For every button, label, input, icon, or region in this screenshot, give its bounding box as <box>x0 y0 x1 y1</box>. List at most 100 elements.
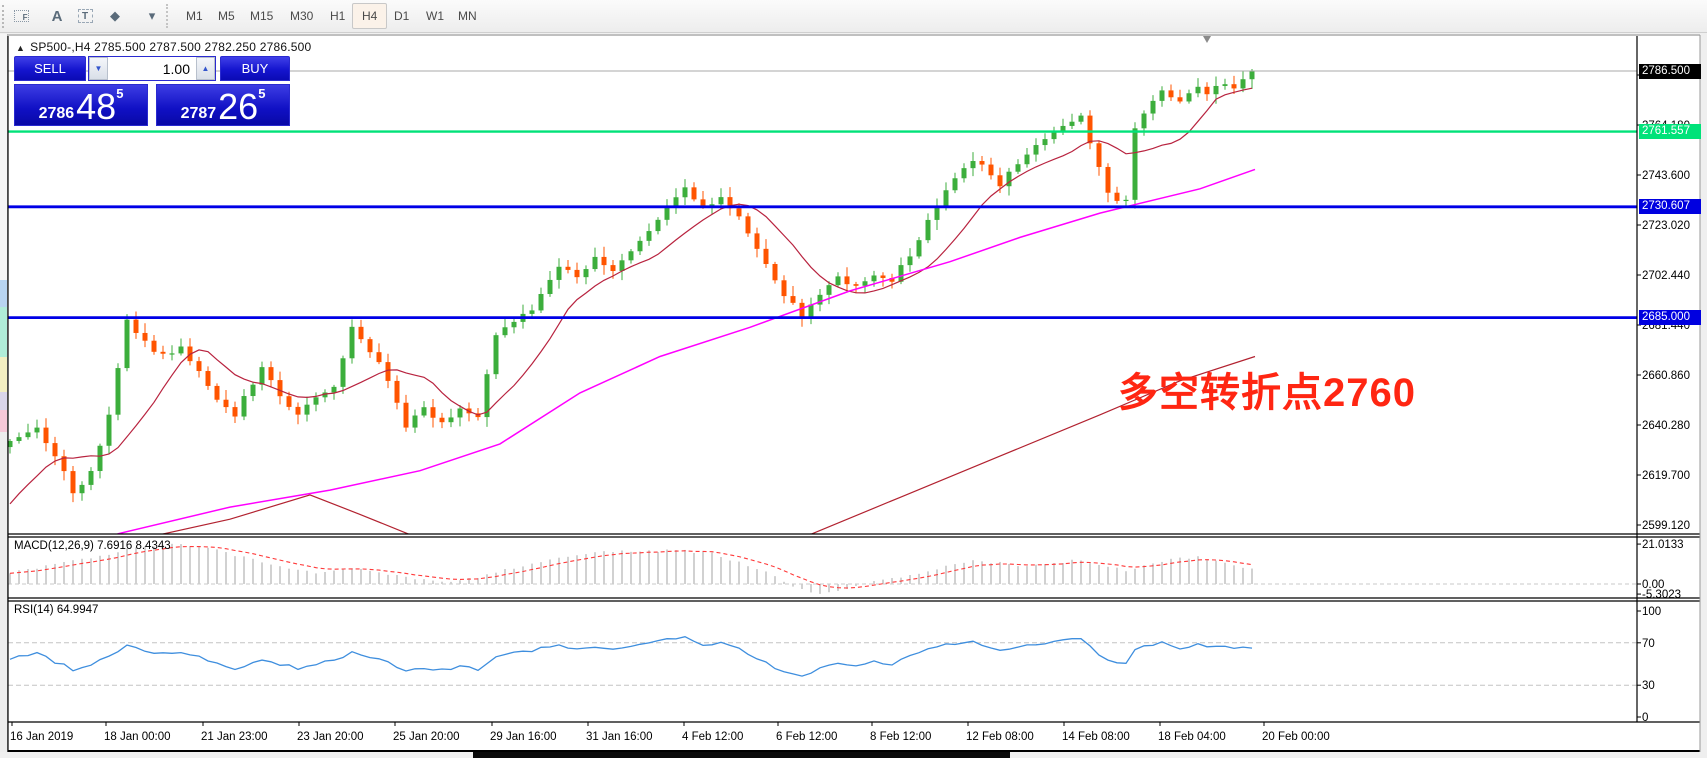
candle[interactable] <box>1070 122 1075 126</box>
candle[interactable] <box>1160 90 1165 100</box>
candle[interactable] <box>413 416 418 428</box>
sell-price-box[interactable]: 2786 48 5 <box>14 84 148 126</box>
candle[interactable] <box>611 265 616 271</box>
candle[interactable] <box>251 385 256 396</box>
candle[interactable] <box>44 428 49 443</box>
candle[interactable] <box>548 280 553 294</box>
candle[interactable] <box>359 327 364 339</box>
candle[interactable] <box>656 220 661 231</box>
volume-decrease-button[interactable]: ▼ <box>89 57 108 80</box>
candle[interactable] <box>584 269 589 277</box>
candle[interactable] <box>1250 71 1255 79</box>
candle[interactable] <box>1124 200 1129 201</box>
candle[interactable] <box>125 320 130 368</box>
candle[interactable] <box>908 256 913 265</box>
candle[interactable] <box>206 371 211 386</box>
volume-increase-button[interactable]: ▲ <box>196 57 215 80</box>
candle[interactable] <box>827 285 832 295</box>
candle[interactable] <box>881 275 886 278</box>
candle[interactable] <box>755 233 760 248</box>
macd-panel[interactable] <box>8 544 1637 594</box>
candle[interactable] <box>539 294 544 310</box>
candle[interactable] <box>1169 90 1174 97</box>
candle[interactable] <box>1016 164 1021 171</box>
candle[interactable] <box>971 161 976 168</box>
candle[interactable] <box>224 400 229 407</box>
candle[interactable] <box>980 161 985 165</box>
candle[interactable] <box>71 471 76 493</box>
candle[interactable] <box>764 249 769 264</box>
candle[interactable] <box>386 362 391 381</box>
candle[interactable] <box>296 407 301 415</box>
candle[interactable] <box>242 396 247 416</box>
candle[interactable] <box>1106 167 1111 193</box>
candle[interactable] <box>314 397 319 404</box>
candle[interactable] <box>557 267 562 280</box>
buy-button[interactable]: BUY <box>220 56 290 81</box>
candle[interactable] <box>233 407 238 416</box>
candle[interactable] <box>89 471 94 485</box>
candle[interactable] <box>1079 116 1084 122</box>
candle[interactable] <box>998 175 1003 186</box>
candle[interactable] <box>260 367 265 385</box>
candle[interactable] <box>26 432 31 437</box>
candle[interactable] <box>1187 93 1192 101</box>
candle[interactable] <box>1232 84 1237 88</box>
candle[interactable] <box>602 257 607 265</box>
candle[interactable] <box>287 396 292 407</box>
candle[interactable] <box>872 275 877 281</box>
candle[interactable] <box>17 437 22 441</box>
candle[interactable] <box>575 270 580 277</box>
candle[interactable] <box>152 341 157 352</box>
collapse-triangle-icon[interactable]: ▲ <box>16 43 25 53</box>
candle[interactable] <box>566 267 571 270</box>
candle[interactable] <box>1025 155 1030 165</box>
candle[interactable] <box>80 485 85 493</box>
candle[interactable] <box>503 327 508 335</box>
candle[interactable] <box>530 310 535 313</box>
candle[interactable] <box>53 443 58 456</box>
candle[interactable] <box>368 339 373 352</box>
candle[interactable] <box>395 381 400 403</box>
candle[interactable] <box>116 368 121 415</box>
candle[interactable] <box>692 187 697 199</box>
candle[interactable] <box>197 361 202 371</box>
candle[interactable] <box>953 178 958 190</box>
candle[interactable] <box>854 284 859 286</box>
candle[interactable] <box>107 415 112 446</box>
candle[interactable] <box>332 387 337 393</box>
rsi-panel[interactable] <box>8 637 1637 686</box>
candle[interactable] <box>638 241 643 251</box>
candle[interactable] <box>1241 79 1246 88</box>
candle[interactable] <box>494 335 499 374</box>
candle[interactable] <box>962 168 967 178</box>
candle[interactable] <box>629 251 634 260</box>
candle[interactable] <box>1151 101 1156 114</box>
candle[interactable] <box>683 187 688 197</box>
candle[interactable] <box>1196 87 1201 93</box>
candle[interactable] <box>1205 87 1210 94</box>
candle[interactable] <box>926 220 931 240</box>
volume-input[interactable] <box>108 57 196 80</box>
candle[interactable] <box>1088 116 1093 144</box>
sell-button[interactable]: SELL <box>14 56 86 81</box>
candle[interactable] <box>647 231 652 241</box>
candle[interactable] <box>449 417 454 422</box>
candle[interactable] <box>1034 145 1039 155</box>
candle[interactable] <box>737 208 742 216</box>
candle[interactable] <box>674 197 679 205</box>
candle[interactable] <box>863 281 868 286</box>
candle[interactable] <box>170 353 175 354</box>
candle[interactable] <box>341 358 346 387</box>
candle[interactable] <box>989 165 994 176</box>
candle[interactable] <box>836 276 841 285</box>
candle[interactable] <box>1043 139 1048 145</box>
candle[interactable] <box>98 446 103 471</box>
candle[interactable] <box>35 428 40 433</box>
candle[interactable] <box>1097 143 1102 167</box>
candle[interactable] <box>350 327 355 358</box>
candle[interactable] <box>440 418 445 422</box>
candle[interactable] <box>800 303 805 318</box>
candle[interactable] <box>1115 193 1120 201</box>
candle[interactable] <box>134 320 139 333</box>
